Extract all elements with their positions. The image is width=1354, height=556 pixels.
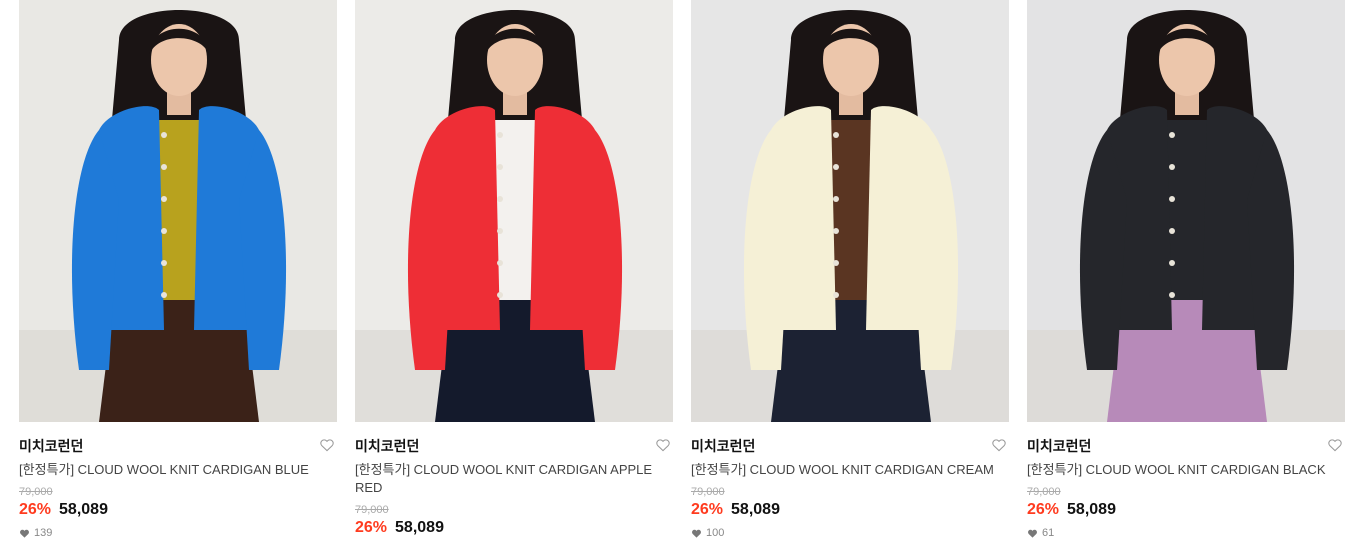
product-name[interactable]: [한정특가] CLOUD WOOL KNIT CARDIGAN APPLE RE… (355, 461, 673, 497)
like-count: 139 (19, 527, 337, 539)
heart-outline-icon[interactable] (991, 437, 1007, 453)
product-info: 미치코런던 [한정특가] CLOUD WOOL KNIT CARDIGAN BL… (1027, 422, 1345, 539)
cardigan-button (833, 228, 839, 234)
discount-rate: 26% (691, 501, 724, 518)
cardigan-button (497, 292, 503, 298)
product-image[interactable] (691, 0, 1009, 422)
sale-price: 58,089 (1067, 501, 1116, 518)
product-name[interactable]: [한정특가] CLOUD WOOL KNIT CARDIGAN CREAM (691, 461, 1009, 479)
heart-filled-icon (20, 529, 29, 538)
brand-name[interactable]: 미치코런던 (691, 436, 1009, 456)
cardigan-button (161, 260, 167, 266)
cardigan-button (161, 196, 167, 202)
price-row: 26% 58,089 (691, 501, 1009, 519)
cardigan-button (497, 164, 503, 170)
cardigan-button (1169, 164, 1175, 170)
product-card[interactable]: 미치코런던 [한정특가] CLOUD WOOL KNIT CARDIGAN AP… (355, 0, 673, 556)
cardigan-button (833, 196, 839, 202)
product-info: 미치코런던 [한정특가] CLOUD WOOL KNIT CARDIGAN AP… (355, 422, 673, 556)
product-card[interactable]: 미치코런던 [한정특가] CLOUD WOOL KNIT CARDIGAN CR… (691, 0, 1009, 556)
cardigan-button (161, 132, 167, 138)
price-row: 26% 58,089 (1027, 501, 1345, 519)
price-row: 26% 58,089 (355, 519, 673, 537)
brand-name[interactable]: 미치코런던 (1027, 436, 1345, 456)
cardigan-button (1169, 196, 1175, 202)
like-count: 100 (691, 527, 1009, 539)
cardigan-button (497, 132, 503, 138)
original-price: 79,000 (19, 486, 53, 498)
cardigan-button (1169, 132, 1175, 138)
like-count: 61 (1027, 527, 1345, 539)
cardigan-button (833, 164, 839, 170)
heart-outline-icon[interactable] (655, 437, 671, 453)
heart-filled-icon (1028, 529, 1037, 538)
sale-price: 58,089 (395, 519, 444, 536)
sale-price: 58,089 (59, 501, 108, 518)
original-price: 79,000 (1027, 486, 1061, 498)
like-count-value: 61 (1042, 527, 1055, 539)
product-grid: 미치코런던 [한정특가] CLOUD WOOL KNIT CARDIGAN BL… (19, 0, 1345, 556)
product-card[interactable]: 미치코런던 [한정특가] CLOUD WOOL KNIT CARDIGAN BL… (1027, 0, 1345, 556)
product-info: 미치코런던 [한정특가] CLOUD WOOL KNIT CARDIGAN BL… (19, 422, 337, 539)
heart-outline-icon[interactable] (319, 437, 335, 453)
cardigan-button (497, 196, 503, 202)
like-count-value: 100 (706, 527, 725, 539)
original-price: 79,000 (691, 486, 725, 498)
cardigan-button (833, 292, 839, 298)
product-image[interactable] (355, 0, 673, 422)
like-count-value: 139 (34, 527, 53, 539)
cardigan-button (497, 260, 503, 266)
cardigan-button (833, 260, 839, 266)
product-name[interactable]: [한정특가] CLOUD WOOL KNIT CARDIGAN BLUE (19, 461, 337, 479)
cardigan-button (161, 164, 167, 170)
discount-rate: 26% (19, 501, 52, 518)
cardigan-button (1169, 260, 1175, 266)
model-photo (1027, 0, 1345, 422)
product-image[interactable] (19, 0, 337, 422)
discount-rate: 26% (355, 519, 388, 536)
brand-name[interactable]: 미치코런던 (355, 436, 673, 456)
original-price: 79,000 (355, 504, 389, 516)
product-image[interactable] (1027, 0, 1345, 422)
product-card[interactable]: 미치코런던 [한정특가] CLOUD WOOL KNIT CARDIGAN BL… (19, 0, 337, 556)
cardigan-button (497, 228, 503, 234)
price-row: 26% 58,089 (19, 501, 337, 519)
sale-price: 58,089 (731, 501, 780, 518)
cardigan-button (161, 292, 167, 298)
product-name[interactable]: [한정특가] CLOUD WOOL KNIT CARDIGAN BLACK (1027, 461, 1345, 479)
heart-filled-icon (692, 529, 701, 538)
model-photo (355, 0, 673, 422)
model-photo (691, 0, 1009, 422)
model-photo (19, 0, 337, 422)
discount-rate: 26% (1027, 501, 1060, 518)
brand-name[interactable]: 미치코런던 (19, 436, 337, 456)
heart-outline-icon[interactable] (1327, 437, 1343, 453)
cardigan-button (833, 132, 839, 138)
cardigan-button (161, 228, 167, 234)
product-info: 미치코런던 [한정특가] CLOUD WOOL KNIT CARDIGAN CR… (691, 422, 1009, 539)
cardigan-button (1169, 228, 1175, 234)
cardigan-button (1169, 292, 1175, 298)
